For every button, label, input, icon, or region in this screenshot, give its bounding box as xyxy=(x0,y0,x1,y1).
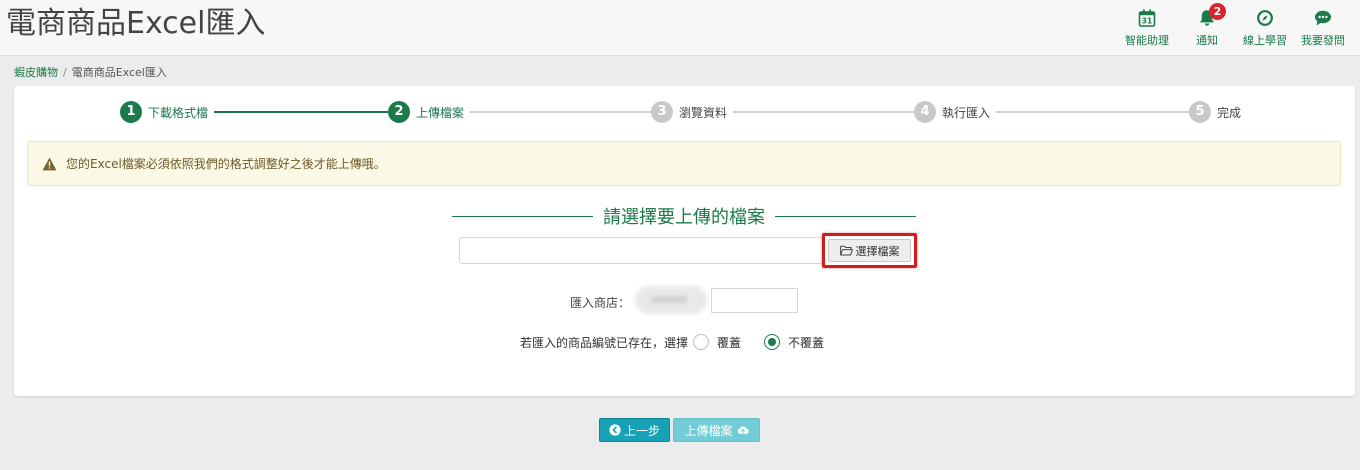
online-learning-button[interactable]: 線上學習 xyxy=(1236,6,1294,50)
step-connector-4 xyxy=(989,111,1189,113)
step-connector-1 xyxy=(204,111,389,113)
folder-open-icon xyxy=(839,245,853,256)
step-connector-2 xyxy=(464,111,654,113)
choose-file-highlight: 選擇檔案 xyxy=(822,233,917,268)
top-bar: 電商商品Excel匯入 31 智能助理 2 通知 線上學習 我要發問 xyxy=(0,0,1360,56)
shop-name-redacted xyxy=(651,296,687,303)
ask-question-label: 我要發問 xyxy=(1301,34,1345,47)
upload-section-title-text: 請選擇要上傳的檔案 xyxy=(603,207,765,228)
overwrite-radio[interactable] xyxy=(693,334,710,350)
shop-label: 匯入商店： xyxy=(570,296,631,310)
cloud-upload-icon xyxy=(737,426,749,434)
overwrite-options: 若匯入的商品編號已存在，選擇 覆蓋 不覆蓋 xyxy=(520,332,824,352)
step-3-number: 3 xyxy=(651,101,673,123)
compass-icon xyxy=(1257,10,1273,26)
step-3: 3 瀏覽資料 xyxy=(651,101,734,123)
breadcrumb-link-parent[interactable]: 蝦皮購物 xyxy=(14,66,58,79)
import-panel: 1 下載格式檔 2 上傳檔案 3 瀏覽資料 4 執行匯入 5 完成 您的Exce… xyxy=(14,86,1355,396)
step-connector-3 xyxy=(724,111,914,113)
step-1-label: 下載格式檔 xyxy=(148,105,209,120)
no-overwrite-radio[interactable] xyxy=(764,334,781,350)
page-title: 電商商品Excel匯入 xyxy=(6,6,266,41)
previous-step-button[interactable]: 上一步 xyxy=(599,418,670,442)
step-2-label: 上傳檔案 xyxy=(416,105,465,120)
warning-icon xyxy=(42,157,57,170)
breadcrumb: 蝦皮購物 / 電商商品Excel匯入 xyxy=(14,64,167,80)
step-4: 4 執行匯入 xyxy=(914,101,997,123)
chevron-left-circle-icon xyxy=(609,424,621,436)
overwrite-prompt: 若匯入的商品編號已存在，選擇 xyxy=(520,335,689,350)
notification-button[interactable]: 2 通知 xyxy=(1178,3,1236,50)
online-learning-label: 線上學習 xyxy=(1243,34,1287,47)
previous-step-label: 上一步 xyxy=(623,423,660,438)
step-1-number: 1 xyxy=(120,101,142,123)
upload-section-title: 請選擇要上傳的檔案 xyxy=(452,204,916,228)
overwrite-label[interactable]: 覆蓋 xyxy=(717,334,741,351)
choose-file-label: 選擇檔案 xyxy=(855,244,900,258)
ask-question-button[interactable]: 我要發問 xyxy=(1294,6,1352,50)
breadcrumb-current: 電商商品Excel匯入 xyxy=(71,66,167,79)
step-5-label: 完成 xyxy=(1217,105,1242,120)
chat-bubble-icon xyxy=(1315,10,1331,26)
top-actions: 31 智能助理 2 通知 線上學習 我要發問 xyxy=(1116,3,1352,50)
step-5-number: 5 xyxy=(1189,101,1211,123)
file-path-input[interactable] xyxy=(459,237,823,264)
step-4-label: 執行匯入 xyxy=(942,105,991,120)
calendar-icon: 31 xyxy=(1138,9,1156,27)
notification-count-badge: 2 xyxy=(1209,3,1226,20)
breadcrumb-separator: / xyxy=(63,66,67,79)
step-4-number: 4 xyxy=(914,101,936,123)
upload-file-label: 上傳檔案 xyxy=(684,423,733,438)
step-2-number: 2 xyxy=(388,101,410,123)
no-overwrite-label[interactable]: 不覆蓋 xyxy=(788,334,824,351)
step-wizard: 1 下載格式檔 2 上傳檔案 3 瀏覽資料 4 執行匯入 5 完成 xyxy=(14,86,1355,136)
step-1: 1 下載格式檔 xyxy=(120,101,215,123)
upload-file-button[interactable]: 上傳檔案 xyxy=(673,418,760,442)
shop-input[interactable] xyxy=(711,288,798,313)
step-2: 2 上傳檔案 xyxy=(388,101,471,123)
title-rule-right xyxy=(775,215,916,217)
calendar-icon-text: 31 xyxy=(1142,17,1152,26)
step-3-label: 瀏覽資料 xyxy=(679,105,728,120)
step-5: 5 完成 xyxy=(1189,101,1248,123)
shop-name-blurred xyxy=(635,286,707,314)
format-warning-alert: 您的Excel檔案必須依照我們的格式調整好之後才能上傳哦。 xyxy=(27,141,1341,186)
notification-label: 通知 xyxy=(1196,34,1218,47)
warning-message: 您的Excel檔案必須依照我們的格式調整好之後才能上傳哦。 xyxy=(66,157,386,171)
choose-file-button[interactable]: 選擇檔案 xyxy=(828,239,911,262)
title-rule-left xyxy=(452,215,593,217)
assistant-button[interactable]: 31 智能助理 xyxy=(1116,6,1178,50)
assistant-label: 智能助理 xyxy=(1125,34,1169,47)
